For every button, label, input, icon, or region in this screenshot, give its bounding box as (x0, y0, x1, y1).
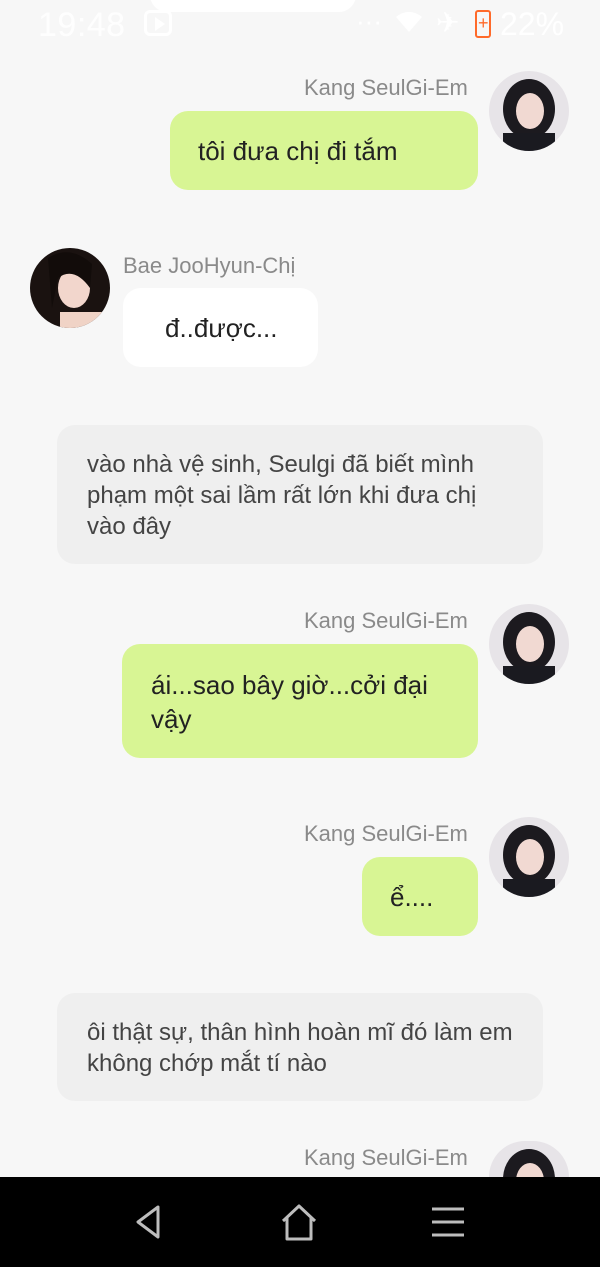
sender-name: Kang SeulGi-Em (304, 821, 468, 846)
message-bubble[interactable]: ể.... (362, 857, 478, 936)
status-bar: 19:48 ··· ✈ 22% (0, 0, 600, 52)
menu-icon[interactable] (423, 1199, 473, 1245)
wifi-icon (394, 8, 424, 41)
navigation-bar (0, 1177, 600, 1267)
avatar[interactable] (30, 248, 110, 328)
sender-name: Kang SeulGi-Em (304, 75, 468, 100)
home-icon[interactable] (274, 1199, 324, 1245)
more-dots-icon: ··· (356, 6, 382, 36)
sender-name: Kang SeulGi-Em (304, 1145, 468, 1170)
sender-name: Bae JooHyun-Chị (123, 253, 296, 278)
avatar[interactable] (489, 71, 569, 151)
notification-pill (150, 0, 356, 12)
status-time: 19:48 (38, 6, 126, 44)
battery-charging-icon (475, 10, 491, 38)
message-bubble[interactable]: đ..được... (123, 288, 318, 367)
airplane-icon: ✈ (436, 7, 460, 38)
avatar[interactable] (489, 604, 569, 684)
narration-box: vào nhà vệ sinh, Seulgi đã biết mình phạ… (57, 425, 543, 564)
message-bubble[interactable]: tôi đưa chị đi tắm (170, 111, 478, 190)
sender-name: Kang SeulGi-Em (304, 608, 468, 633)
youtube-icon (144, 10, 172, 36)
avatar[interactable] (489, 817, 569, 897)
avatar[interactable] (489, 1141, 569, 1177)
narration-box: ôi thật sự, thân hình hoàn mĩ đó làm em … (57, 993, 543, 1101)
battery-percent: 22% (500, 6, 565, 42)
message-bubble[interactable]: ái...sao bây giờ...cởi đại vậy (122, 644, 478, 758)
back-icon[interactable] (124, 1199, 174, 1245)
